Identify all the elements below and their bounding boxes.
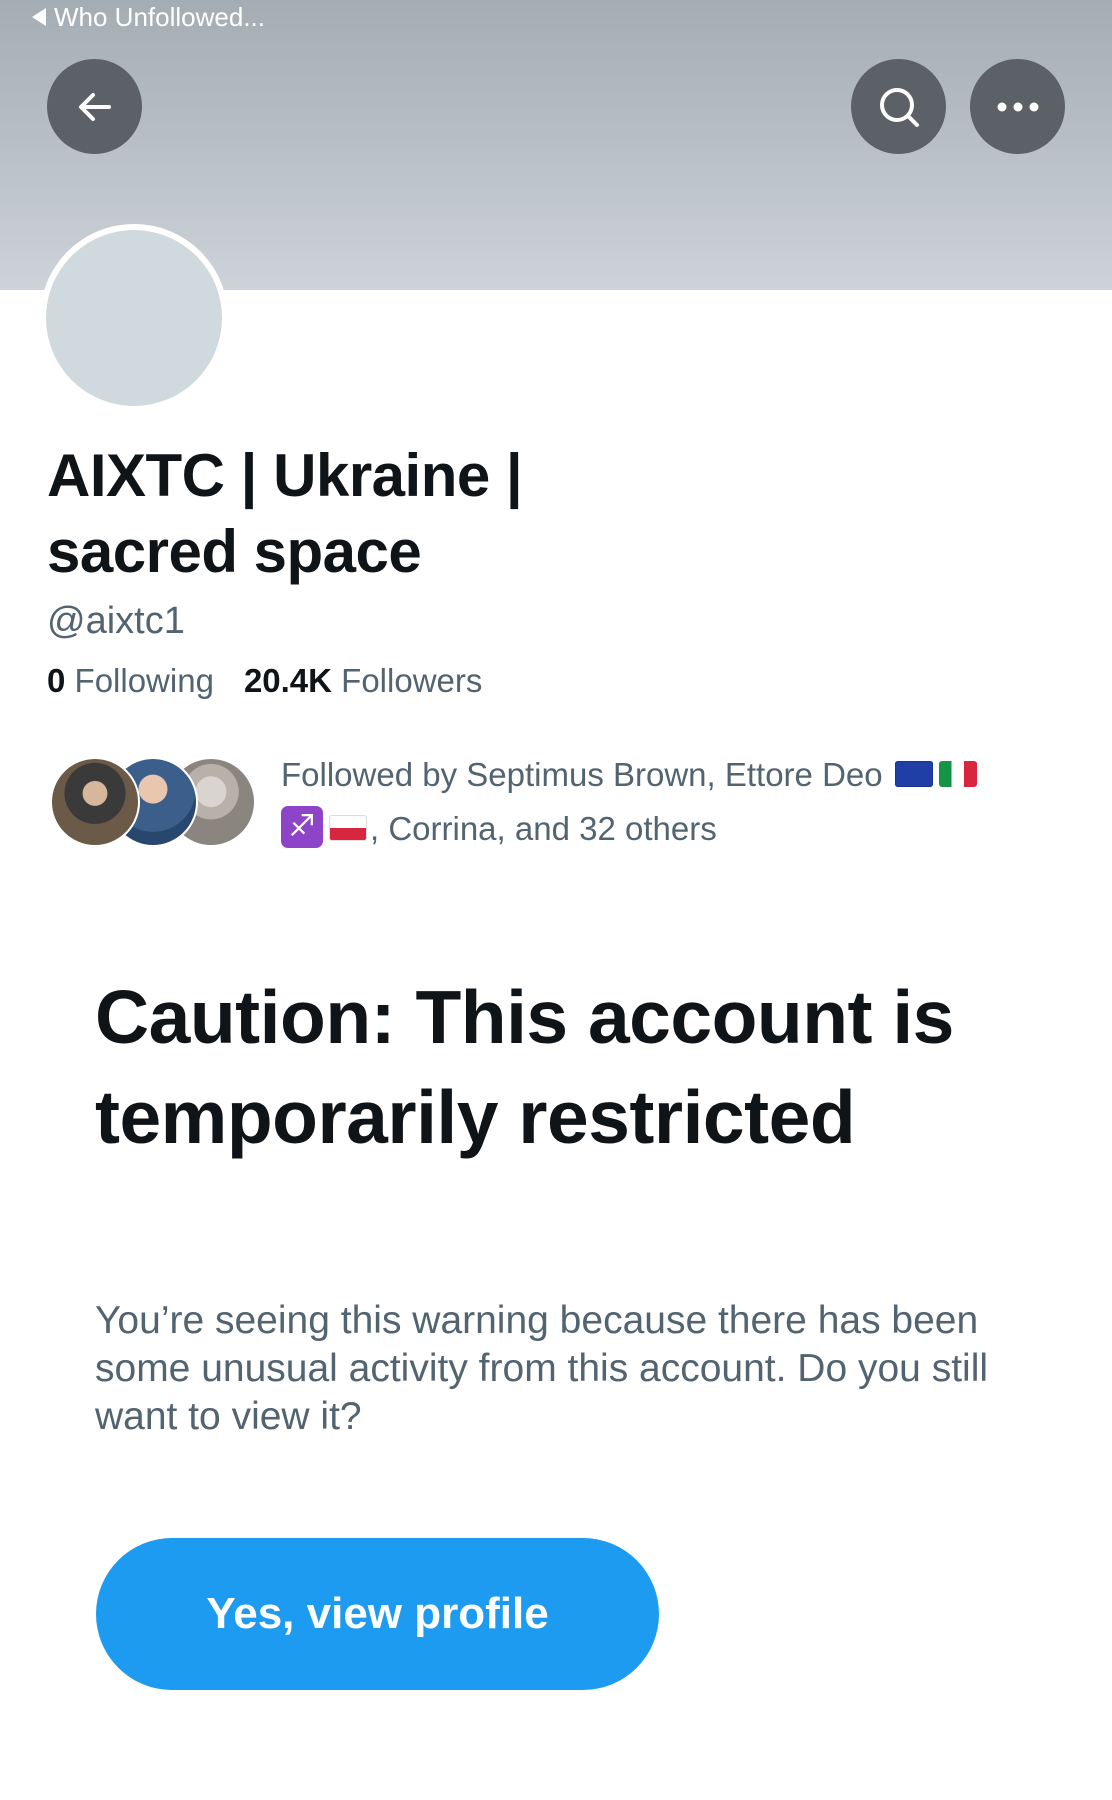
following-link[interactable]: 0 Following [47,662,214,700]
followed-by-avatars[interactable] [50,757,256,847]
avatar-placeholder [46,230,222,406]
flag-italy-icon [938,761,977,788]
back-app-label: Who Unfollowed... [54,1,265,32]
followed-by-text[interactable]: Followed by Septimus Brown, Ettore Deo ♐… [281,748,1081,856]
search-icon [879,87,919,127]
back-button[interactable] [47,59,142,154]
warning-body: You’re seeing this warning because there… [95,1299,989,1438]
follow-counts: 0 Following 20.4K Followers [47,662,482,700]
profile-display-name: AIXTC | Ukraine | sacred space [47,442,523,585]
following-count: 0 [47,662,66,699]
view-profile-button-label: Yes, view profile [206,1589,549,1638]
more-button[interactable] [970,59,1065,154]
status-bar-back-link[interactable]: Who Unfollowed... [32,0,265,34]
sagittarius-icon: ♐ [281,806,323,849]
follower-avatar [50,757,140,847]
flag-poland-icon [329,815,367,842]
profile-handle: @aixtc1 [47,600,185,642]
profile-avatar[interactable] [40,224,228,412]
followed-by-suffix: , Corrina, and 32 others [370,810,717,847]
view-profile-button[interactable]: Yes, view profile [96,1538,659,1690]
search-button[interactable] [851,59,946,154]
followers-link[interactable]: 20.4K Followers [244,662,482,700]
arrow-left-icon [78,92,111,121]
followers-label: Followers [341,662,483,699]
warning-title: Caution: This account is temporarily res… [95,975,954,1159]
following-label: Following [74,662,214,699]
followers-count: 20.4K [243,662,332,699]
more-horizontal-icon [997,102,1038,111]
followed-by-prefix: Followed by Septimus Brown, Ettore Deo [281,756,883,793]
flag-eu-icon [894,761,933,788]
back-triangle-icon [32,8,46,26]
